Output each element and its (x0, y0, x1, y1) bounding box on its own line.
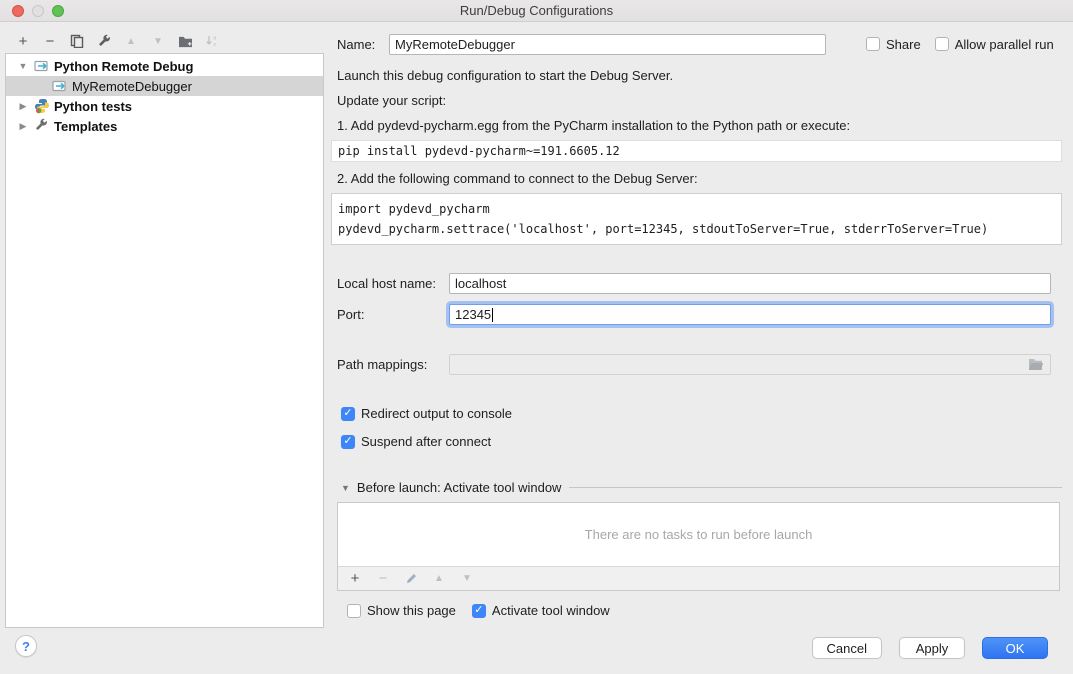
local-host-label: Local host name: (331, 276, 449, 291)
expand-icon[interactable]: ▶ (18, 121, 28, 132)
suspend-after-connect-row: ✓ Suspend after connect (331, 434, 1062, 449)
show-this-page-label: Show this page (367, 603, 456, 618)
tree-item-label: MyRemoteDebugger (72, 79, 192, 94)
move-task-down-icon[interactable]: ▼ (458, 570, 476, 588)
code-line-1: import pydevd_pycharm (338, 199, 1055, 219)
python-tests-icon (34, 98, 50, 114)
path-mappings-label: Path mappings: (331, 357, 449, 372)
configuration-editor: Name: Share Allow parallel run Launch th… (331, 22, 1062, 618)
port-row: Port: 12345 (331, 304, 1062, 325)
browse-folder-icon[interactable] (1028, 358, 1044, 371)
name-row: Name: Share Allow parallel run (331, 33, 1062, 55)
edit-defaults-wrench-icon[interactable] (95, 32, 113, 50)
create-folder-icon[interactable] (176, 32, 194, 50)
port-input[interactable]: 12345 (449, 304, 1051, 325)
copy-configuration-icon[interactable] (68, 32, 86, 50)
svg-text:a: a (213, 35, 217, 41)
edit-task-pencil-icon[interactable] (402, 570, 420, 588)
tree-item-python-tests[interactable]: ▶ Python tests (6, 96, 323, 116)
port-label: Port: (331, 307, 449, 322)
remote-debug-config-icon (34, 58, 50, 74)
window-title: Run/Debug Configurations (0, 3, 1073, 18)
configurations-tree: ▼ Python Remote Debug MyRemoteDebugger ▶… (5, 53, 324, 628)
show-this-page-checkbox[interactable] (347, 604, 361, 618)
dialog-footer: ? Cancel Apply OK (0, 628, 1073, 674)
cancel-button[interactable]: Cancel (812, 637, 882, 659)
titlebar: Run/Debug Configurations (0, 0, 1073, 22)
tree-item-label: Python tests (54, 99, 132, 114)
add-configuration-icon[interactable]: + (14, 32, 32, 50)
redirect-output-label: Redirect output to console (361, 406, 512, 421)
help-button[interactable]: ? (15, 635, 37, 657)
apply-button[interactable]: Apply (899, 637, 965, 659)
local-host-row: Local host name: (331, 273, 1062, 294)
page-options-row: Show this page ✓ Activate tool window (331, 603, 1062, 618)
empty-tasks-message: There are no tasks to run before launch (338, 503, 1059, 567)
move-down-icon[interactable]: ▼ (149, 32, 167, 50)
collapse-icon[interactable]: ▼ (341, 483, 350, 493)
tree-item-label: Python Remote Debug (54, 59, 193, 74)
run-debug-configurations-dialog: Run/Debug Configurations + − ▲ ▼ az ▼ Py… (0, 0, 1073, 674)
activate-tool-window-label: Activate tool window (492, 603, 610, 618)
allow-parallel-run-checkbox[interactable] (935, 37, 949, 51)
before-launch-header[interactable]: ▼ Before launch: Activate tool window (331, 480, 1062, 495)
local-host-input[interactable] (449, 273, 1051, 294)
move-up-icon[interactable]: ▲ (122, 32, 140, 50)
pip-command-block[interactable]: pip install pydevd-pycharm~=191.6605.12 (331, 140, 1062, 162)
path-mappings-row: Path mappings: (331, 354, 1062, 375)
tasks-toolbar: + − ▲ ▼ (338, 567, 1059, 590)
suspend-after-connect-checkbox[interactable]: ✓ (341, 435, 355, 449)
redirect-output-checkbox[interactable]: ✓ (341, 407, 355, 421)
update-script-text: Update your script: (331, 92, 1062, 109)
pip-command-text: pip install pydevd-pycharm~=191.6605.12 (338, 144, 620, 158)
intro-text: Launch this debug configuration to start… (331, 67, 1062, 84)
share-label: Share (886, 37, 921, 52)
templates-wrench-icon (34, 118, 50, 134)
sort-alphabetically-icon[interactable]: az (203, 32, 221, 50)
name-input[interactable] (389, 34, 826, 55)
collapse-icon[interactable]: ▼ (18, 61, 28, 71)
add-task-icon[interactable]: + (346, 570, 364, 588)
suspend-after-connect-label: Suspend after connect (361, 434, 491, 449)
redirect-output-row: ✓ Redirect output to console (331, 406, 1062, 421)
path-mappings-input[interactable] (449, 354, 1051, 375)
step2-text: 2. Add the following command to connect … (331, 170, 1062, 187)
code-line-2: pydevd_pycharm.settrace('localhost', por… (338, 219, 1055, 239)
tree-item-python-remote-debug[interactable]: ▼ Python Remote Debug (6, 56, 323, 76)
footer-buttons: Cancel Apply OK (812, 637, 1048, 659)
svg-text:z: z (213, 42, 216, 48)
remote-debug-config-icon (52, 78, 68, 94)
before-launch-tasks-panel: There are no tasks to run before launch … (337, 502, 1060, 591)
before-launch-title: Before launch: Activate tool window (357, 480, 562, 495)
activate-tool-window-checkbox[interactable]: ✓ (472, 604, 486, 618)
remove-task-icon[interactable]: − (374, 570, 392, 588)
step1-text: 1. Add pydevd-pycharm.egg from the PyCha… (331, 117, 1062, 134)
remove-configuration-icon[interactable]: − (41, 32, 59, 50)
tree-item-label: Templates (54, 119, 117, 134)
tree-item-templates[interactable]: ▶ Templates (6, 116, 323, 136)
share-checkbox[interactable] (866, 37, 880, 51)
configurations-toolbar: + − ▲ ▼ az (14, 31, 221, 51)
settrace-code-block[interactable]: import pydevd_pycharm pydevd_pycharm.set… (331, 193, 1062, 245)
name-label: Name: (337, 37, 389, 52)
ok-button[interactable]: OK (982, 637, 1048, 659)
expand-icon[interactable]: ▶ (18, 101, 28, 112)
port-value: 12345 (455, 307, 491, 322)
allow-parallel-run-label: Allow parallel run (955, 37, 1054, 52)
text-caret (492, 308, 493, 322)
header-separator-line (569, 487, 1062, 488)
move-task-up-icon[interactable]: ▲ (430, 570, 448, 588)
tree-item-myremotedebugger[interactable]: MyRemoteDebugger (6, 76, 323, 96)
